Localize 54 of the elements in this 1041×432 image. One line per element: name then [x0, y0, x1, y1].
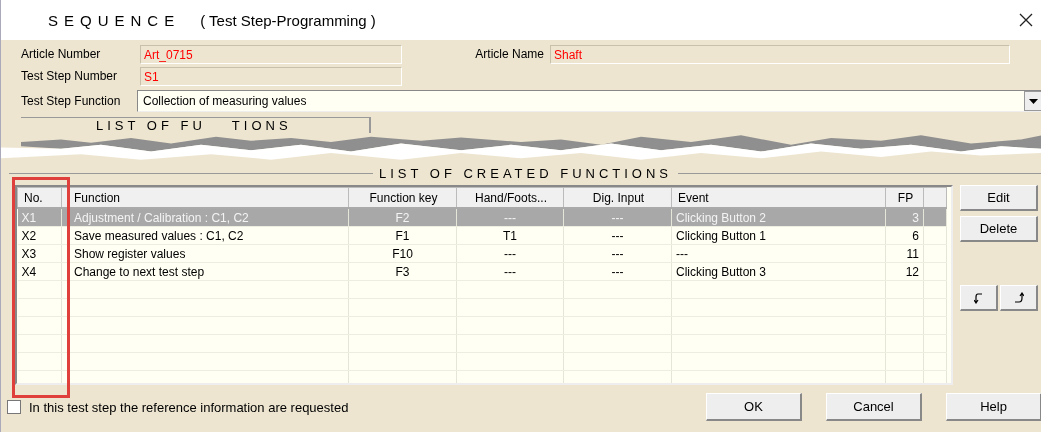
function-dropdown[interactable]: Collection of measuring values	[137, 90, 1041, 112]
close-icon[interactable]	[1018, 12, 1034, 28]
table-cell: 11	[885, 244, 924, 263]
table-cell: Show register values	[61, 244, 349, 263]
table-cell: T1	[456, 226, 564, 245]
table-cell: F10	[348, 244, 457, 263]
collapsed-section-tab[interactable]: LIST OF FU TIONS	[21, 117, 371, 133]
table-cell: ---	[456, 244, 564, 263]
table-cell: Clicking Button 3	[671, 262, 886, 281]
table-cell: 6	[885, 226, 924, 245]
ok-button[interactable]: OK	[706, 393, 802, 421]
move-down-button[interactable]	[1000, 285, 1038, 311]
field-value: S1	[140, 66, 402, 86]
table-row-cell[interactable]: X3	[17, 244, 62, 263]
table-cell: ---	[563, 244, 672, 263]
window-subtitle: ( Test Step-Programming )	[200, 11, 377, 29]
move-up-button[interactable]	[960, 285, 998, 311]
column-header[interactable]: No.	[17, 187, 62, 208]
field-label: Test Step Function	[20, 94, 122, 108]
table-cell: ---	[456, 262, 564, 281]
table-row-cell[interactable]: X4	[17, 262, 62, 281]
curved-arrow-icon	[973, 291, 984, 304]
field-label: Test Step Number	[20, 69, 119, 83]
column-header[interactable]: Function	[61, 187, 349, 208]
field-label: Article Number	[20, 47, 102, 61]
table-cell: ---	[563, 262, 672, 281]
table-cell: ---	[671, 244, 886, 263]
table-row-cell[interactable]: X2	[17, 226, 62, 245]
table-cell: F1	[348, 226, 457, 245]
field-value: Shaft	[550, 44, 1010, 64]
dropdown-value: Collection of measuring values	[143, 94, 308, 108]
table-cell: Clicking Button 1	[671, 226, 886, 245]
dropdown-arrow-icon	[1028, 98, 1038, 104]
checkbox-label: In this test step the reference information are requested	[29, 399, 350, 415]
table-cell: ---	[563, 226, 672, 245]
table-cell: 12	[885, 262, 924, 281]
column-header[interactable]: Hand/Foots...	[456, 187, 564, 208]
table-cell: Change to next test step	[61, 262, 349, 281]
column-header[interactable]: Function key	[348, 187, 457, 208]
column-header[interactable]: Dig. Input	[563, 187, 672, 208]
group-title: LIST OF CREATED FUNCTIONS	[377, 165, 674, 181]
field-value: Art_0715	[140, 44, 402, 64]
window-title: SEQUENCE	[48, 11, 181, 29]
column-header[interactable]: FP	[885, 187, 924, 208]
curved-arrow-icon	[1013, 291, 1024, 304]
checkbox[interactable]	[7, 400, 21, 414]
delete-button[interactable]: Delete	[960, 216, 1038, 242]
column-header[interactable]: Event	[671, 187, 886, 208]
table-cell: F3	[348, 262, 457, 281]
field-label: Article Name	[474, 47, 545, 61]
help-button[interactable]: Help	[946, 393, 1041, 421]
cancel-button[interactable]: Cancel	[826, 393, 922, 421]
table-cell: Save measured values : C1, C2	[61, 226, 349, 245]
edit-button[interactable]: Edit	[960, 185, 1038, 211]
